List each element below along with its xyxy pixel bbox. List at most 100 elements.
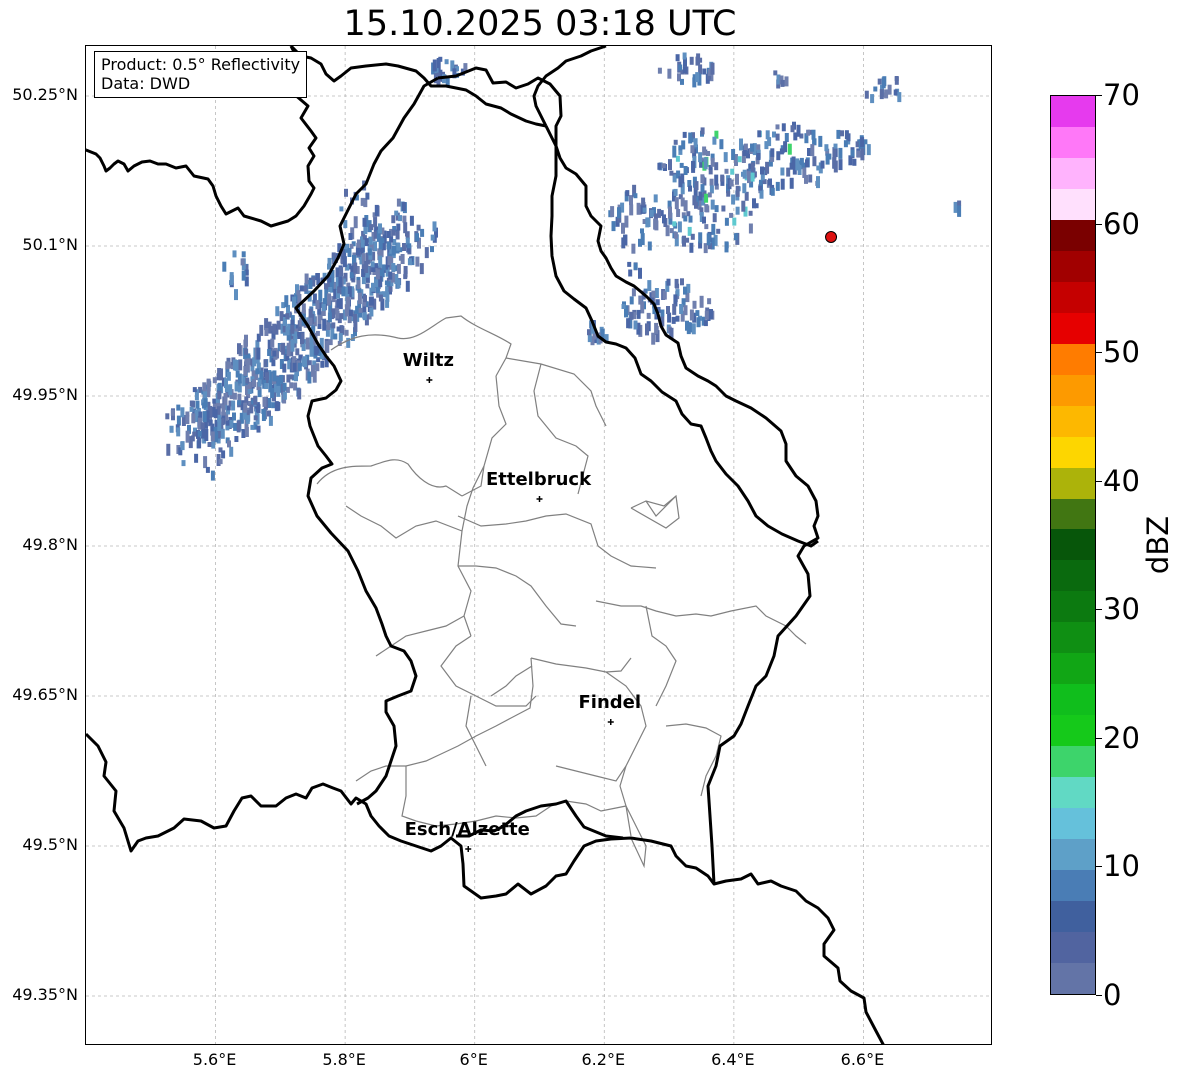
radar-echo-cell (741, 200, 746, 212)
radar-echo-cell (695, 72, 700, 83)
radar-echo-cell (704, 224, 709, 230)
lat-label: 50.1°N (22, 235, 78, 254)
radar-echo-cell (197, 438, 202, 449)
radar-echo-cell (231, 400, 236, 411)
radar-echo-cell (276, 320, 281, 330)
radar-echo-cell (700, 174, 705, 184)
radar-echo-cell (694, 181, 699, 191)
radar-echo-cell (783, 141, 788, 153)
radar-echo-cell (328, 339, 333, 346)
radar-echo-cell (362, 217, 367, 227)
radar-echo-cell (677, 221, 682, 233)
radar-echo-cell (757, 130, 762, 138)
radar-echo-cell (195, 400, 200, 409)
radar-echo-cell (220, 428, 225, 439)
radar-echo-cell (775, 133, 780, 141)
radar-echo-cell (276, 385, 281, 397)
radar-echo-cell (237, 373, 242, 384)
radar-echo-cell (690, 233, 695, 240)
radar-echo-cell (840, 130, 844, 137)
grid-lines (86, 46, 991, 1044)
radar-echo-cell (695, 310, 700, 317)
radar-echo-cell (327, 293, 331, 306)
radar-echo-cell (170, 409, 175, 416)
radar-echo-cell (249, 404, 254, 414)
lat-label: 49.35°N (12, 985, 78, 1004)
radar-echo-cell (213, 409, 218, 419)
radar-echo-cell (357, 292, 362, 305)
radar-echo-cell (333, 333, 338, 340)
radar-echo-cell (760, 166, 764, 175)
radar-echo-cell (348, 233, 353, 240)
radar-echo-cell (721, 205, 726, 212)
lon-label: 6.6°E (840, 1050, 885, 1069)
radar-echo-cell (808, 174, 813, 183)
colorbar-segment (1051, 374, 1095, 406)
radar-echo-cell (238, 359, 243, 371)
radar-echo-cell (327, 257, 332, 267)
radar-echo-cell (402, 243, 406, 251)
colorbar-tick-mark (1096, 95, 1102, 96)
colorbar-segment (1051, 95, 1095, 127)
radar-echo-cell (657, 162, 662, 170)
radar-echo-cell (683, 200, 688, 212)
radar-echo-cell (844, 130, 849, 140)
radar-echo-cell (611, 221, 616, 232)
radar-echo-cell (348, 309, 353, 317)
radar-echo-cell (402, 215, 407, 223)
radar-echo-cell (812, 156, 817, 167)
radar-echo-cell (852, 158, 857, 166)
radar-echo-cell (344, 329, 349, 336)
radar-echo-cell (662, 214, 666, 224)
colorbar-segment (1051, 343, 1095, 375)
radar-echo-cell (669, 170, 674, 176)
radar-echo-cell (654, 288, 659, 298)
radar-echo-cell (336, 326, 341, 332)
radar-echo-cell (339, 313, 344, 320)
radar-echo-cell (735, 185, 740, 197)
colorbar-segment (1051, 281, 1095, 313)
radar-echo-cell (729, 212, 734, 218)
radar-echo-cell (243, 402, 248, 413)
lon-label: 6°E (459, 1050, 488, 1069)
radar-echo-cell (767, 137, 772, 147)
radar-echo-cell (689, 309, 694, 321)
radar-echo-cell (735, 206, 740, 215)
radar-echo-cell (185, 415, 190, 424)
radar-echo-cell (711, 223, 716, 235)
radar-echo-cell (338, 333, 343, 342)
map-area[interactable] (85, 45, 992, 1045)
radar-echo-cell (772, 131, 776, 138)
radar-echo-cell (285, 326, 290, 336)
radar-echo-cell (403, 274, 408, 280)
lon-label: 5.6°E (192, 1050, 237, 1069)
lat-label: 49.95°N (12, 385, 78, 404)
radar-echo-cell (723, 152, 728, 163)
radar-echo-cell (799, 157, 804, 165)
radar-site-dot (825, 231, 838, 243)
product-info-box: Product: 0.5° Reflectivity Data: DWD (94, 51, 308, 98)
radar-echo-cell (780, 79, 785, 87)
radar-echo-cell (405, 280, 410, 292)
radar-echo-cell (587, 329, 591, 336)
radar-echo-cell (378, 237, 383, 250)
radar-echo-cell (432, 221, 437, 232)
radar-echo-cell (310, 364, 315, 377)
radar-echo-cell (226, 361, 231, 368)
colorbar-segment (1051, 126, 1095, 158)
radar-echo-cell (282, 391, 287, 400)
radar-echo-cell (391, 263, 396, 272)
radar-echo-cell (344, 188, 348, 197)
radar-echo-cell (742, 169, 747, 179)
radar-echo-cell (645, 323, 649, 336)
radar-echo-cell (692, 300, 697, 309)
radar-echo-cell (752, 198, 756, 209)
radar-echo-cell (203, 398, 208, 408)
radar-echo-cell (666, 306, 670, 314)
radar-echo-cell (353, 313, 358, 323)
colorbar-segment (1051, 157, 1095, 189)
radar-echo-cell (775, 124, 780, 130)
radar-echo-cell (623, 234, 628, 246)
radar-echo-cell (690, 145, 695, 154)
radar-echo-cell (339, 267, 344, 277)
